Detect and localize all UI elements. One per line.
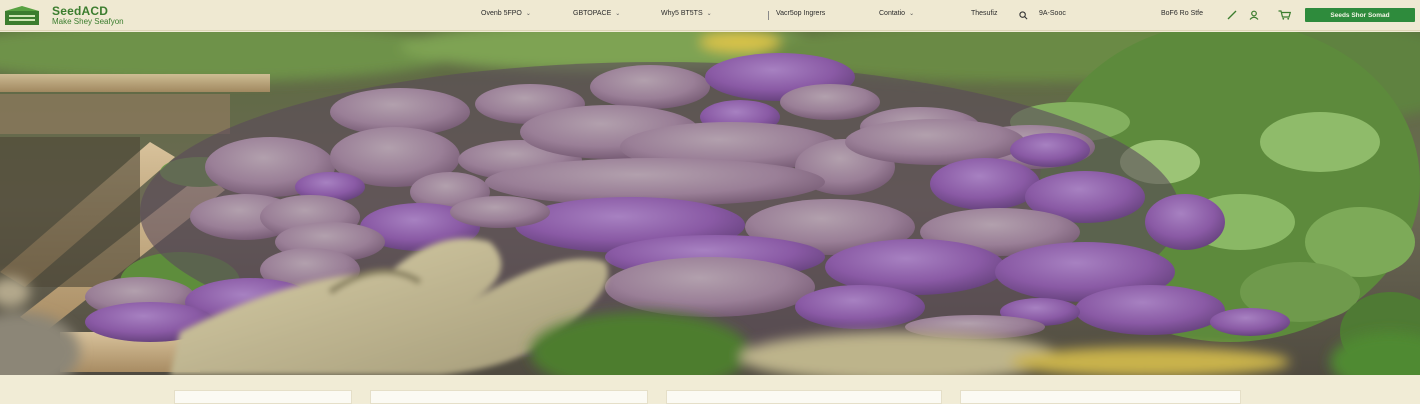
logo-crate-icon bbox=[5, 5, 39, 25]
nav-item-1[interactable]: Ovenb 5FPO ⌄ bbox=[481, 10, 531, 17]
cart-text-link[interactable]: BoF6 Ro Stfe bbox=[1161, 10, 1203, 17]
feature-card[interactable] bbox=[666, 390, 942, 404]
cta-label: Seeds Shor Somad bbox=[1330, 11, 1390, 19]
nav-item-label: Ovenb 5FPO bbox=[481, 10, 522, 17]
nav-item-label: Why5 BT5TS bbox=[661, 10, 703, 17]
account-link[interactable]: 9A-Sooc bbox=[1039, 10, 1066, 17]
feature-cards-row bbox=[0, 375, 1420, 404]
site-header: SeedACD Make Shey Seafyon Ovenb 5FPO ⌄ G… bbox=[0, 0, 1420, 31]
nav-item-3[interactable]: Why5 BT5TS ⌄ bbox=[661, 10, 712, 17]
nav-item-label: Contatio bbox=[879, 10, 906, 17]
feature-card[interactable] bbox=[960, 390, 1241, 404]
user-icon[interactable] bbox=[1247, 8, 1261, 22]
cart-icon[interactable] bbox=[1277, 8, 1291, 22]
brand-tagline: Make Shey Seafyon bbox=[52, 17, 124, 26]
chevron-down-icon: ⌄ bbox=[615, 11, 621, 17]
nav-item-2[interactable]: GBTOPACE ⌄ bbox=[573, 10, 620, 17]
nav-divider bbox=[768, 11, 769, 20]
cart-text-label: BoF6 Ro Stfe bbox=[1161, 10, 1204, 17]
feature-card[interactable] bbox=[174, 390, 352, 404]
brand-logo[interactable]: SeedACD Make Shey Seafyon bbox=[4, 5, 124, 26]
nav-item-label: GBTOPACE bbox=[573, 10, 612, 17]
feature-card[interactable] bbox=[370, 390, 648, 404]
chevron-down-icon: ⌄ bbox=[909, 11, 915, 17]
pencil-icon[interactable] bbox=[1225, 8, 1239, 22]
hero-banner bbox=[0, 32, 1420, 375]
search-icon[interactable] bbox=[1016, 8, 1030, 22]
nav-item-5[interactable]: Contatio ⌄ bbox=[879, 10, 914, 17]
chevron-down-icon: ⌄ bbox=[706, 11, 712, 17]
account-label: 9A-Sooc bbox=[1039, 10, 1066, 17]
brand-name: SeedACD bbox=[52, 4, 109, 18]
search-label: Thesufiz bbox=[971, 10, 998, 17]
nav-item-label: Vacr5op Ingrers bbox=[776, 10, 826, 17]
shop-seeds-button[interactable]: Seeds Shor Somad bbox=[1305, 8, 1415, 22]
nav-item-4[interactable]: Vacr5op Ingrers bbox=[776, 10, 825, 17]
search-link[interactable]: Thesufiz bbox=[971, 10, 997, 17]
chevron-down-icon: ⌄ bbox=[525, 11, 531, 17]
hero-potato-image bbox=[0, 32, 1420, 375]
